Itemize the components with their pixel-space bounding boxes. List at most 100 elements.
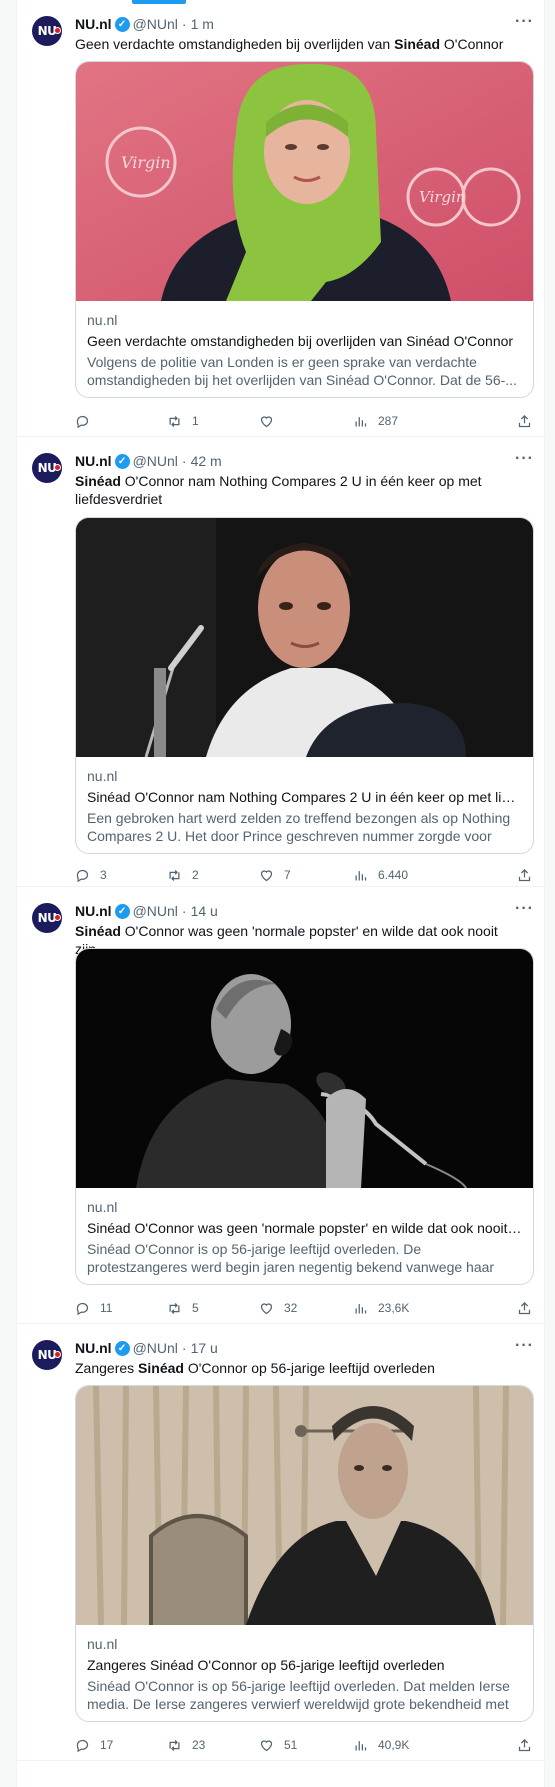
- reply-button[interactable]: [75, 411, 100, 431]
- tweet[interactable]: NU NU.nl ✓ @NUnl · 17 u ··· Zangeres Sin…: [17, 1324, 546, 1761]
- verified-badge-icon: ✓: [114, 903, 130, 919]
- card-title: Sinéad O'Connor was geen 'normale popste…: [87, 1220, 522, 1236]
- tweet-actions: 3 2 7 6.440: [75, 865, 534, 885]
- heart-icon: [260, 869, 273, 881]
- tweet-header: NU.nl ✓ @NUnl · 1 m ···: [75, 13, 534, 33]
- views-button[interactable]: 23,6K: [353, 1298, 409, 1318]
- separator: ·: [181, 453, 187, 469]
- card-description: Volgens de politie van Londen is er geen…: [87, 354, 517, 388]
- avatar[interactable]: NU: [32, 903, 62, 933]
- author-handle[interactable]: @NUnl: [133, 1340, 178, 1356]
- reply-button[interactable]: 17: [75, 1735, 113, 1755]
- card-description: Sinéad O'Connor is op 56-jarige leeftijd…: [87, 1241, 495, 1275]
- views-chart-icon: [355, 1303, 367, 1313]
- timestamp[interactable]: 14 u: [191, 903, 218, 919]
- link-card[interactable]: Virgin Virgin nu.nl Geen verdachte omsta…: [75, 61, 534, 398]
- card-image[interactable]: Virgin Virgin: [76, 62, 533, 301]
- reply-count: 3: [100, 868, 107, 882]
- heart-icon: [260, 415, 273, 427]
- view-count: 23,6K: [378, 1301, 410, 1315]
- tweet-text: Geen verdachte omstandigheden bij overli…: [75, 36, 504, 52]
- card-image[interactable]: [76, 518, 533, 757]
- share-icon: [518, 1738, 531, 1751]
- avatar[interactable]: NU: [32, 1340, 62, 1370]
- more-icon[interactable]: ···: [515, 450, 534, 468]
- author-name[interactable]: NU.nl: [75, 903, 112, 919]
- card-title: Sinéad O'Connor nam Nothing Compares 2 U…: [87, 789, 522, 805]
- retweet-button[interactable]: 1: [167, 411, 199, 431]
- more-icon[interactable]: ···: [515, 13, 534, 31]
- author-handle[interactable]: @NUnl: [133, 903, 178, 919]
- more-icon[interactable]: ···: [515, 1337, 534, 1355]
- timestamp[interactable]: 42 m: [191, 453, 222, 469]
- like-button[interactable]: [259, 411, 284, 431]
- heart-icon: [260, 1302, 273, 1314]
- avatar[interactable]: NU: [32, 453, 62, 483]
- reply-icon: [76, 1739, 89, 1752]
- tweet[interactable]: NU NU.nl ✓ @NUnl · 42 m ··· Sinéad O'Con…: [17, 437, 546, 887]
- like-button[interactable]: 7: [259, 865, 291, 885]
- heart-icon: [260, 1739, 273, 1751]
- retweet-icon: [169, 415, 180, 427]
- timestamp[interactable]: 17 u: [191, 1340, 218, 1356]
- author-handle[interactable]: @NUnl: [133, 453, 178, 469]
- svg-text:Virgin: Virgin: [121, 153, 171, 172]
- retweet-button[interactable]: 2: [167, 865, 199, 885]
- link-card[interactable]: nu.nl Sinéad O'Connor was geen 'normale …: [75, 948, 534, 1285]
- tweet-header: NU.nl ✓ @NUnl · 42 m ···: [75, 450, 534, 470]
- author-name[interactable]: NU.nl: [75, 453, 112, 469]
- tweet[interactable]: NU NU.nl ✓ @NUnl · 14 u ··· Sinéad O'Con…: [17, 887, 546, 1324]
- verified-badge-icon: ✓: [114, 453, 130, 469]
- like-button[interactable]: 32: [259, 1298, 297, 1318]
- share-button[interactable]: [517, 411, 542, 431]
- author-name[interactable]: NU.nl: [75, 1340, 112, 1356]
- like-count: 7: [284, 868, 291, 882]
- views-chart-icon: [355, 416, 367, 426]
- share-button[interactable]: [517, 1735, 542, 1755]
- card-description: Een gebroken hart werd zelden zo treffen…: [87, 810, 511, 844]
- view-count: 6.440: [378, 868, 409, 882]
- reply-count: 17: [100, 1738, 114, 1752]
- more-icon[interactable]: ···: [515, 900, 534, 918]
- share-icon: [518, 414, 531, 427]
- retweet-icon: [169, 869, 180, 881]
- retweet-icon: [169, 1739, 180, 1751]
- timestamp[interactable]: 1 m: [191, 16, 214, 32]
- share-button[interactable]: [517, 865, 542, 885]
- author-name[interactable]: NU.nl: [75, 16, 112, 32]
- tweet-actions: 1 287: [75, 411, 534, 431]
- reply-count: 11: [100, 1301, 113, 1315]
- share-button[interactable]: [517, 1298, 542, 1318]
- link-card[interactable]: nu.nl Zangeres Sinéad O'Connor op 56-jar…: [75, 1385, 534, 1722]
- retweet-button[interactable]: 23: [167, 1735, 205, 1755]
- card-domain: nu.nl: [87, 1636, 118, 1652]
- separator: ·: [181, 1340, 187, 1356]
- reply-button[interactable]: 11: [75, 1298, 112, 1318]
- share-icon: [518, 868, 531, 881]
- svg-text:Virgin: Virgin: [419, 188, 466, 206]
- card-domain: nu.nl: [87, 768, 118, 784]
- like-button[interactable]: 51: [259, 1735, 297, 1755]
- retweet-icon: [169, 1302, 180, 1314]
- card-domain: nu.nl: [87, 1199, 118, 1215]
- timeline-feed: NU NU.nl ✓ @NUnl · 1 m ··· Geen verdacht…: [16, 0, 546, 1787]
- link-card[interactable]: nu.nl Sinéad O'Connor nam Nothing Compar…: [75, 517, 534, 854]
- retweet-button[interactable]: 5: [167, 1298, 199, 1318]
- retweet-count: 23: [192, 1738, 206, 1752]
- card-image[interactable]: [76, 949, 533, 1188]
- views-button[interactable]: 287: [353, 411, 398, 431]
- tweet[interactable]: NU NU.nl ✓ @NUnl · 1 m ··· Geen verdacht…: [17, 0, 546, 437]
- card-image[interactable]: [76, 1386, 533, 1625]
- views-button[interactable]: 6.440: [353, 865, 408, 885]
- view-count: 40,9K: [378, 1738, 410, 1752]
- card-domain: nu.nl: [87, 312, 118, 328]
- retweet-count: 1: [192, 414, 199, 428]
- tweet-header: NU.nl ✓ @NUnl · 17 u ···: [75, 1337, 534, 1357]
- card-title: Zangeres Sinéad O'Connor op 56-jarige le…: [87, 1657, 445, 1673]
- author-handle[interactable]: @NUnl: [133, 16, 178, 32]
- views-button[interactable]: 40,9K: [353, 1735, 409, 1755]
- retweet-count: 5: [192, 1301, 199, 1315]
- avatar[interactable]: NU: [32, 16, 62, 46]
- reply-button[interactable]: 3: [75, 865, 107, 885]
- tweet-header: NU.nl ✓ @NUnl · 14 u ···: [75, 900, 534, 920]
